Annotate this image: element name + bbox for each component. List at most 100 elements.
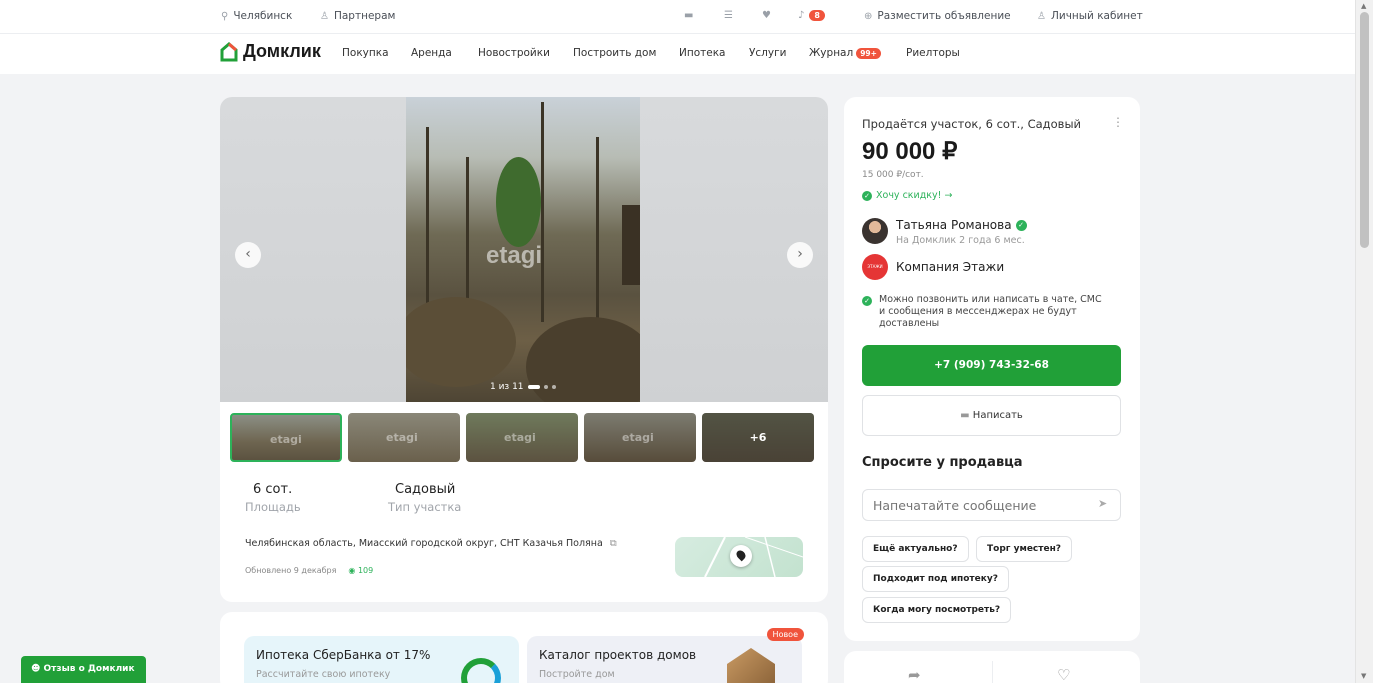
views-count: 109 [357,566,374,575]
ask-seller-title: Спросите у продавца [862,455,1023,470]
nav-item-buy[interactable]: Покупка [342,47,389,59]
write-message-button[interactable]: ▬ Написать [862,395,1121,436]
scroll-up-icon[interactable]: ▲ [1361,2,1366,10]
pager-dot[interactable] [527,385,540,389]
quick-question-chip[interactable]: Ещё актуально? [862,536,969,562]
check-icon: ✓ [862,190,872,201]
share-icon[interactable]: ➦ [908,666,921,683]
update-info: Обновлено 9 декабря ◉ 109 [245,566,373,575]
chat-button[interactable]: ▬ [684,10,693,21]
type-value: Садовый [395,482,456,497]
post-ad-label: Разместить объявление [877,10,1011,22]
nav-item-realtors[interactable]: Риелторы [906,47,960,59]
views-counter: ◉ 109 [348,566,373,575]
thumb-watermark: etagi [270,433,302,446]
scroll-thumb[interactable] [1360,12,1369,248]
updated-date: Обновлено 9 декабря [245,566,337,575]
thumbnail[interactable]: etagi [584,413,696,462]
contact-notice: ✓ Можно позвонить или написать в чате, С… [862,294,1109,330]
company-name[interactable]: Компания Этажи [896,260,1004,274]
logo-text: Домклик [243,41,321,61]
thumbnail[interactable]: etagi [230,413,342,462]
account-label: Личный кабинет [1050,10,1143,22]
address-text: Челябинская область, Миасский городской … [245,538,603,549]
photo-counter: 1 из 11 [490,382,556,392]
nav-item-build-house[interactable]: Построить дом [573,47,656,59]
price-per-unit: 15 000 ₽/сот. [862,170,924,180]
pager-dot[interactable] [543,385,548,389]
prev-photo-button[interactable]: ‹ [235,242,261,268]
param-area: 6 сот. Площадь [245,482,301,514]
param-type: Садовый Тип участка [388,482,461,514]
thumb-watermark: etagi [386,431,418,444]
heart-outline-icon[interactable]: ♡ [1057,666,1070,683]
logo[interactable]: Домклик [220,41,321,62]
show-phone-button[interactable]: +7 (909) 743-32-68 [862,345,1121,386]
share-favorite-card: ➦ ♡ [844,651,1140,683]
map-preview[interactable] [675,537,803,577]
thumbnail[interactable]: etagi [348,413,460,462]
send-icon[interactable]: ➤ [1098,497,1107,510]
discount-link[interactable]: ✓ Хочу скидку! → [862,190,952,201]
partners-label: Партнерам [333,10,396,22]
quick-question-chip[interactable]: Когда могу посмотреть? [862,597,1012,623]
thumbnail-strip: etagi etagi etagi etagi +6 [230,413,814,462]
nav-item-services[interactable]: Услуги [749,47,786,59]
copy-icon[interactable]: ⧉ [610,538,617,549]
divider [992,661,993,683]
top-bar: ⚲ Челябинск ♙ Партнерам ▬ ☰ ♥ ♪ 8 ⊕ Разм… [0,0,1355,34]
thumb-watermark: etagi [622,431,654,444]
location-pin-icon: ⚲ [221,10,229,22]
catalog-promo[interactable]: Каталог проектов домов Постройте дом Нов… [527,628,804,683]
feedback-button[interactable]: ☻ Отзыв о Домклик [21,656,146,683]
chat-icon: ▬ [684,10,694,21]
nav-item-rent[interactable]: Аренда [411,47,452,59]
feedback-icon: ☻ [31,664,41,674]
notice-text: Можно позвонить или написать в чате, СМС… [879,294,1102,329]
eye-icon: ◉ [348,566,356,575]
thumbnail[interactable]: etagi [466,413,578,462]
listing-price: 90 000 ₽ [862,138,958,165]
nav-item-journal[interactable]: Журнал 99+ [809,47,881,59]
chevron-right-icon: › [797,246,803,262]
quick-question-chip[interactable]: Подходит под ипотеку? [862,566,1009,592]
compare-button[interactable]: ☰ [724,10,733,21]
thumb-watermark: etagi [504,431,536,444]
next-photo-button[interactable]: › [787,242,813,268]
map-pin-icon [730,545,752,567]
agent-avatar[interactable] [862,218,888,244]
nav-item-new-buildings[interactable]: Новостройки [478,47,550,59]
nav-item-mortgage[interactable]: Ипотека [679,47,726,59]
plus-circle-icon: ⊕ [864,10,873,22]
notifications-button[interactable]: ♪ 8 [798,10,825,21]
partners-link[interactable]: ♙ Партнерам [320,10,395,22]
notifications-badge: 8 [809,10,825,21]
photo-viewer[interactable]: etagi ‹ › 1 из 11 [220,97,828,402]
new-badge: Новое [766,628,804,641]
main-photo[interactable]: etagi [406,97,640,402]
pager-dot[interactable] [551,385,556,389]
bell-icon: ♪ [798,10,805,21]
post-ad-link[interactable]: ⊕ Разместить объявление [864,10,1011,22]
mortgage-promo-title: Ипотека СберБанка от 17% [256,648,431,662]
more-options-icon[interactable]: ⋮ [1112,115,1124,129]
area-value: 6 сот. [253,482,293,497]
chevron-left-icon: ‹ [245,246,251,262]
favorites-button[interactable]: ♥ [762,10,771,21]
thumbnail-more[interactable]: +6 [702,413,814,462]
photo-counter-text: 1 из 11 [490,382,524,392]
domclick-logo-icon [220,41,238,61]
company-logo[interactable]: ЭТАЖИ [862,254,888,280]
city-selector[interactable]: ⚲ Челябинск [221,10,292,22]
area-label: Площадь [245,500,301,514]
page-scrollbar[interactable]: ▲ ▼ [1355,0,1373,683]
type-label: Тип участка [388,500,462,514]
quick-question-chip[interactable]: Торг уместен? [976,536,1073,562]
account-link[interactable]: ♙ Личный кабинет [1037,10,1143,22]
user-icon: ♙ [320,10,329,22]
scroll-down-icon[interactable]: ▼ [1361,672,1366,680]
message-input[interactable] [862,489,1121,521]
agent-tenure: На Домклик 2 года 6 мес. [896,235,1025,246]
agent-name[interactable]: Татьяна Романова ✓ [896,218,1027,232]
mortgage-promo[interactable]: Ипотека СберБанка от 17% Рассчитайте сво… [244,636,519,683]
